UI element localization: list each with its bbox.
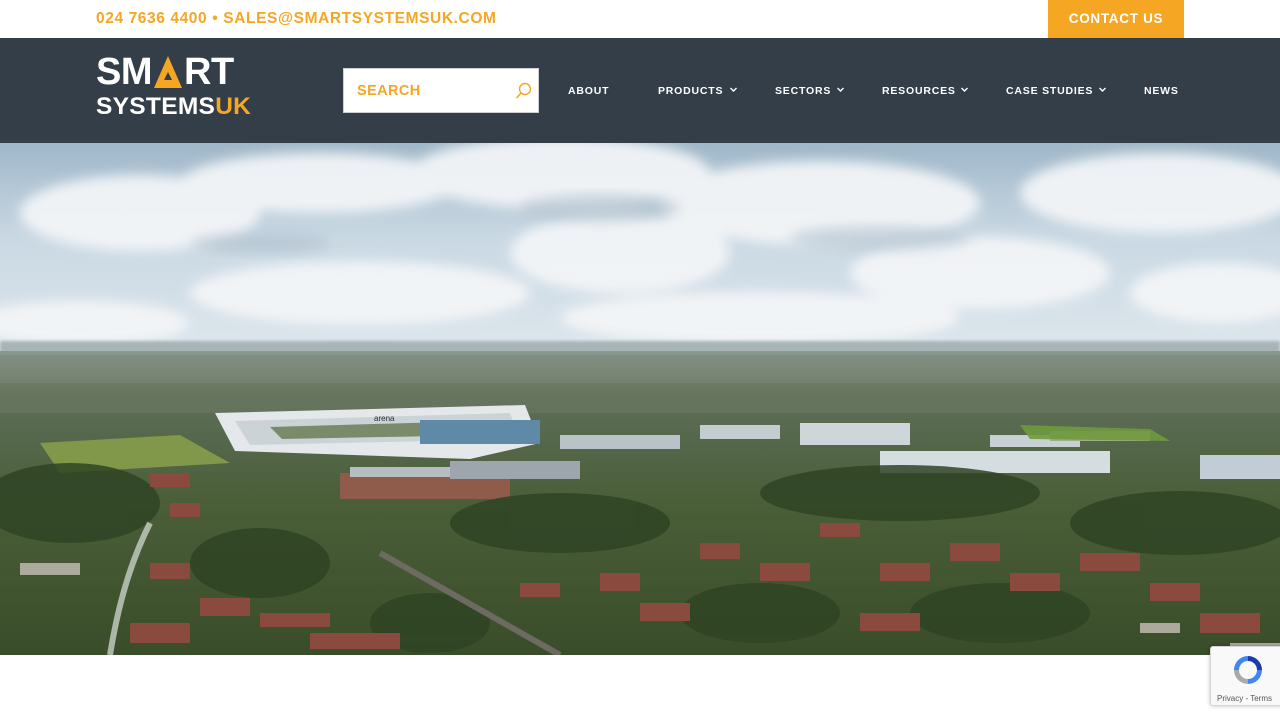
- nav-item-products[interactable]: PRODUCTS: [658, 83, 737, 99]
- logo-text-rt: RT: [184, 51, 234, 93]
- recaptcha-links: Privacy - Terms: [1217, 694, 1272, 703]
- phone-link[interactable]: 024 7636 4400: [96, 10, 207, 27]
- logo-text-uk: UK: [215, 93, 252, 120]
- logo-line-1: SM RT: [96, 51, 234, 93]
- email-link[interactable]: SALES@SMARTSYSTEMSUK.COM: [223, 10, 496, 27]
- nav-label: PRODUCTS: [658, 85, 724, 97]
- chevron-down-icon: [836, 83, 845, 92]
- logo-text-systems: SYSTEMS: [96, 93, 216, 120]
- hero-aerial-image: arena: [0, 143, 1280, 655]
- nav-item-resources[interactable]: RESOURCES: [882, 83, 968, 99]
- hero-banner: arena: [0, 143, 1280, 655]
- logo-line-2: SYSTEMSUK: [96, 94, 251, 120]
- nav-item-about[interactable]: ABOUT: [568, 83, 609, 99]
- contact-separator: •: [212, 10, 219, 27]
- nav-item-sectors[interactable]: SECTORS: [775, 83, 844, 99]
- nav-label: ABOUT: [568, 85, 610, 97]
- chevron-down-icon: [1098, 83, 1107, 92]
- nav-label: SECTORS: [775, 85, 832, 97]
- contact-line: 024 7636 4400 • SALES@SMARTSYSTEMSUK.COM: [96, 0, 497, 38]
- nav-item-case-studies[interactable]: CASE STUDIES: [1006, 83, 1106, 99]
- logo-text-sm: SM: [96, 51, 153, 93]
- nav-label: CASE STUDIES: [1006, 85, 1094, 97]
- top-bar: 024 7636 4400 • SALES@SMARTSYSTEMSUK.COM C…: [0, 0, 1280, 38]
- stadium-sign: arena: [374, 414, 395, 423]
- triangle-icon: [153, 54, 183, 90]
- contact-us-button[interactable]: CONTACT US: [1048, 0, 1184, 38]
- recaptcha-badge[interactable]: Privacy - Terms: [1210, 646, 1280, 706]
- search-icon[interactable]: [514, 81, 534, 101]
- nav-item-news[interactable]: NEWS: [1144, 83, 1179, 99]
- search-box: [343, 68, 539, 113]
- logo[interactable]: SM RT SYSTEMSUK: [96, 51, 274, 120]
- recaptcha-terms-link[interactable]: Terms: [1250, 694, 1272, 703]
- main-header: SM RT SYSTEMSUK ABOUT PRODUCTS SECTORS RE…: [0, 38, 1280, 143]
- recaptcha-icon: [1231, 653, 1265, 694]
- nav-label: NEWS: [1144, 85, 1179, 97]
- recaptcha-privacy-link[interactable]: Privacy: [1217, 694, 1243, 703]
- nav-label: RESOURCES: [882, 85, 956, 97]
- chevron-down-icon: [960, 83, 969, 92]
- chevron-down-icon: [729, 83, 738, 92]
- search-input[interactable]: [344, 69, 504, 112]
